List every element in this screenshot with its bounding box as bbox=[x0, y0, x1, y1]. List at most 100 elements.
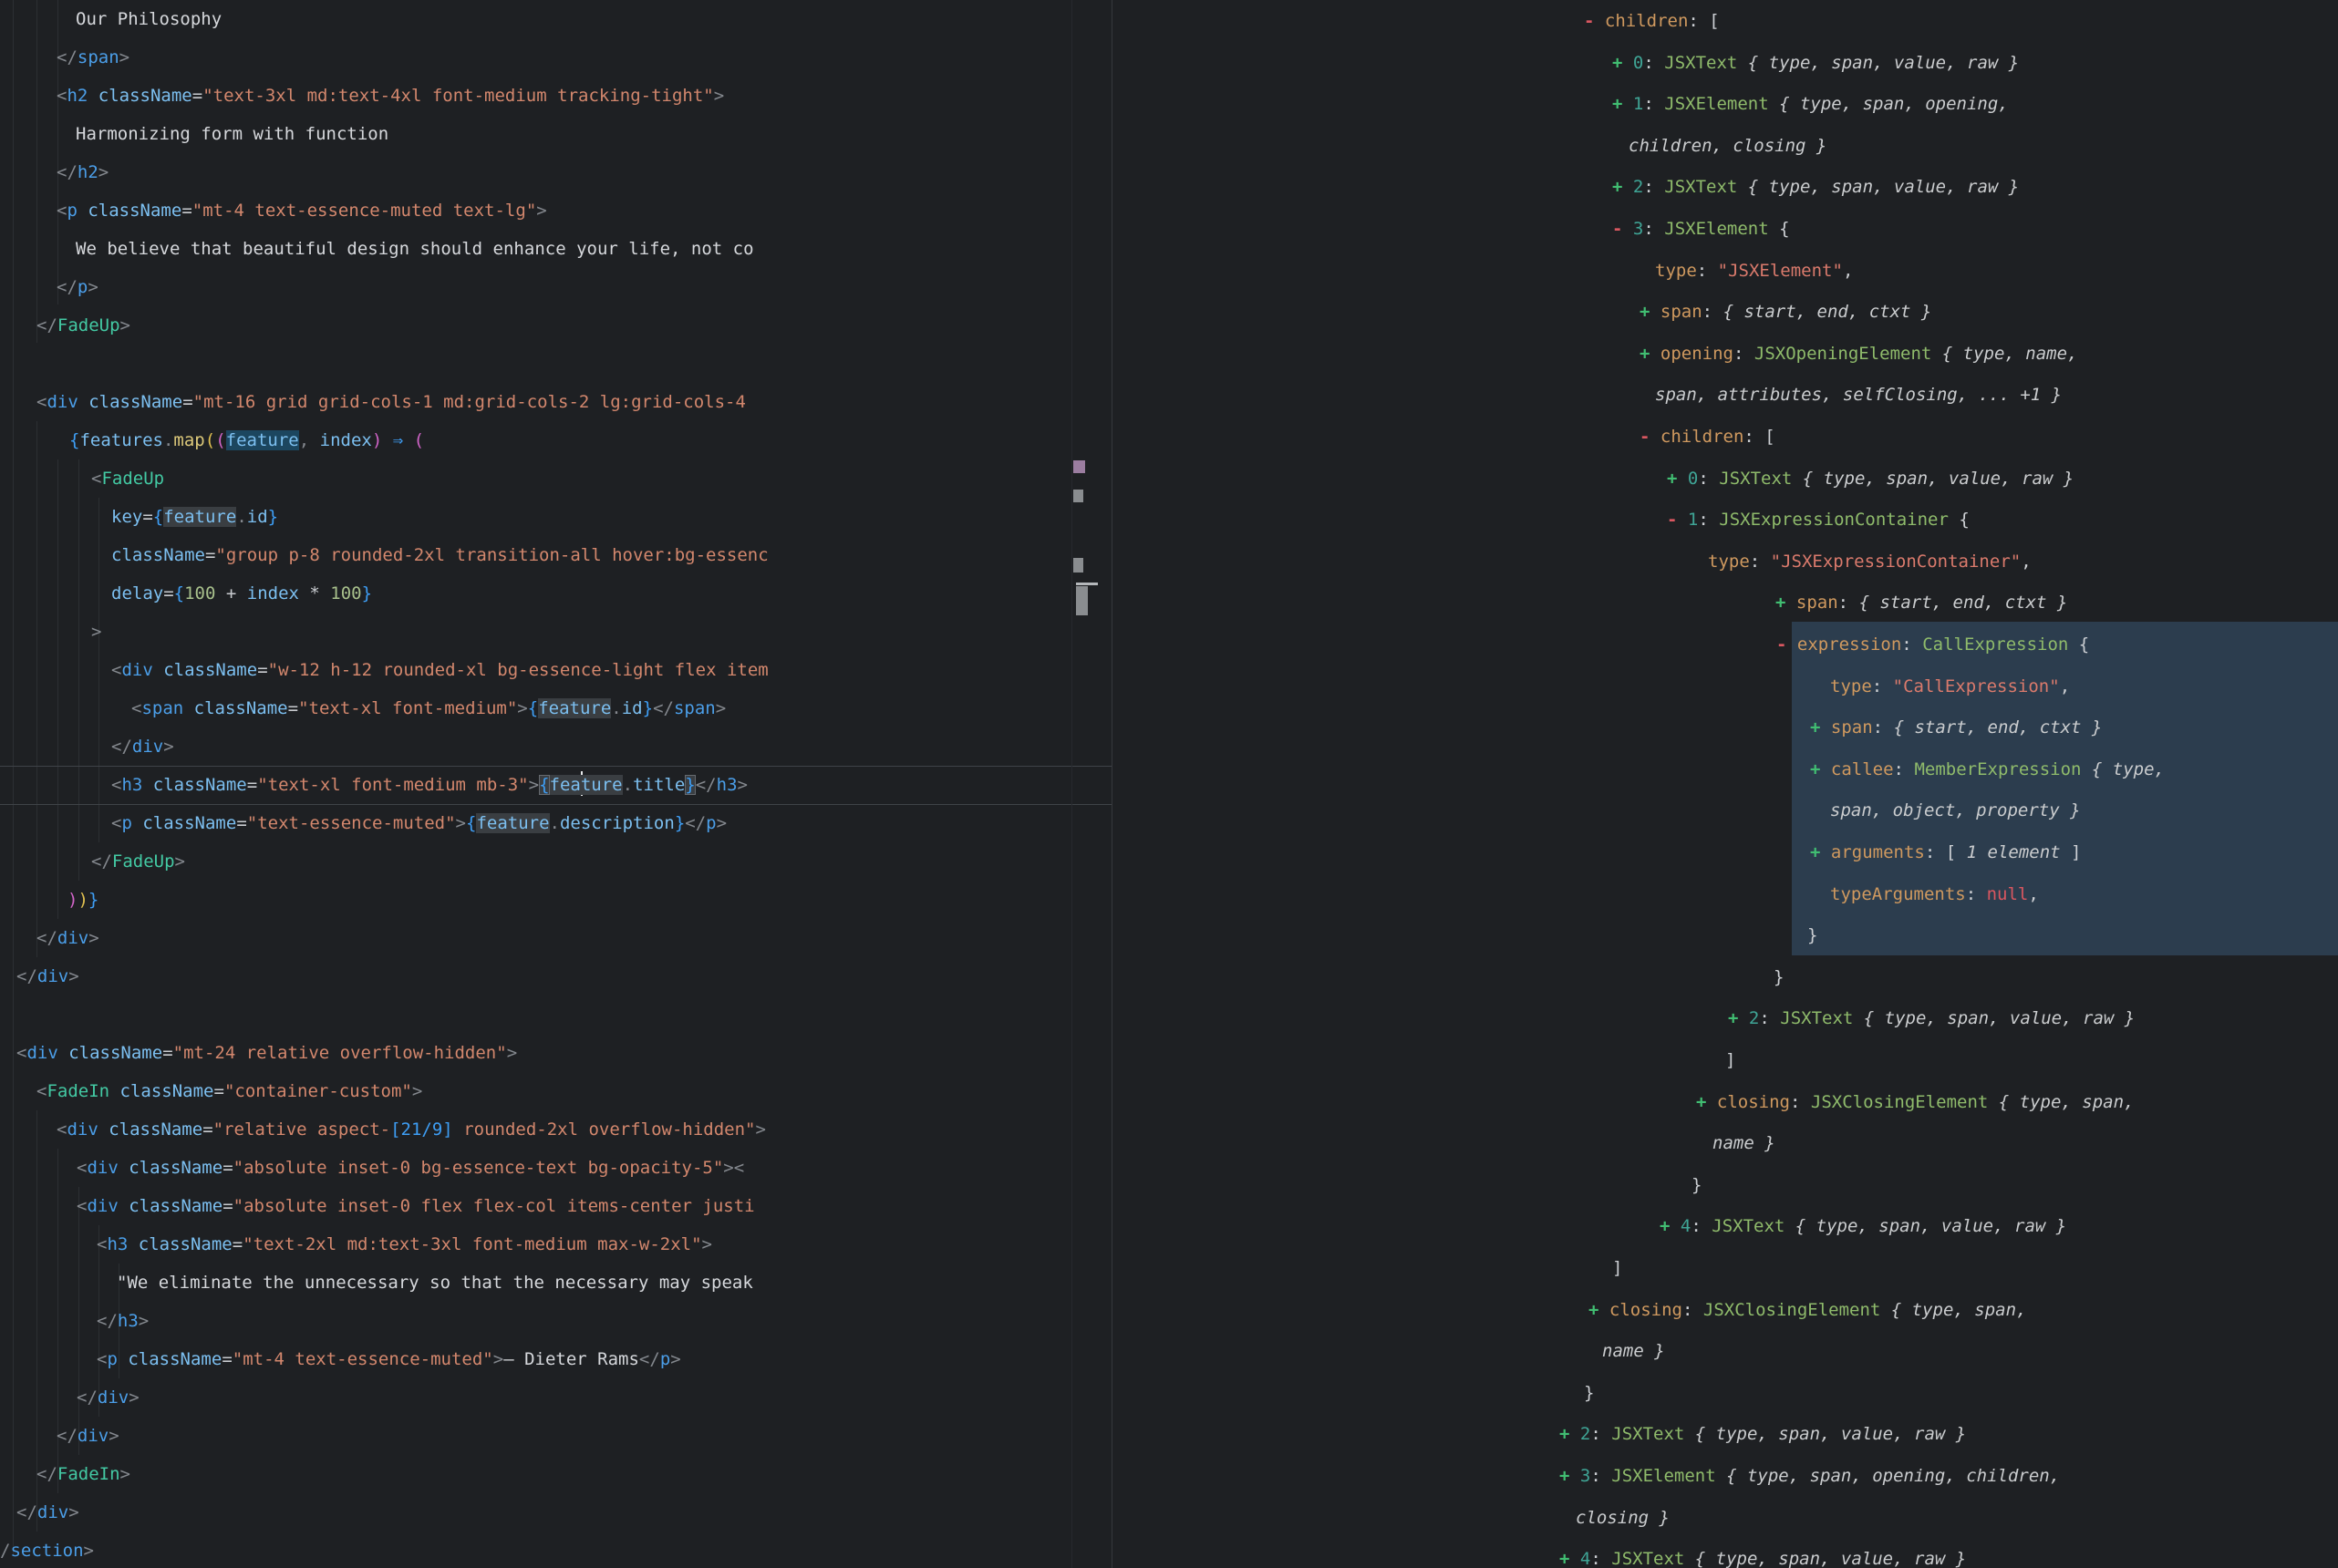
code-line[interactable]: <p className="text-essence-muted">{featu… bbox=[111, 804, 727, 842]
code-line[interactable]: delay={100 + index * 100} bbox=[111, 574, 372, 613]
code-token bbox=[1650, 302, 1660, 322]
code-token: className bbox=[129, 1196, 222, 1216]
ast-line[interactable]: + 2: JSXText { type, span, value, raw } bbox=[1728, 997, 2135, 1039]
code-line[interactable]: key={feature.id} bbox=[111, 498, 278, 536]
ast-line[interactable]: + closing: JSXClosingElement { type, spa… bbox=[1696, 1081, 2135, 1123]
scrollbar-thumb[interactable] bbox=[1076, 586, 1088, 615]
code-line[interactable]: </div> bbox=[36, 919, 99, 957]
ast-line[interactable]: type: "JSXElement", bbox=[1655, 250, 1853, 292]
ast-line[interactable]: + span: { start, end, ctxt } bbox=[1810, 707, 2102, 748]
ast-line[interactable]: closing } bbox=[1576, 1497, 1670, 1539]
code-line[interactable]: <FadeUp bbox=[91, 459, 164, 498]
code-content[interactable]: Our Philosophy</span><h2 className="text… bbox=[0, 0, 768, 1568]
code-line[interactable]: <div className="mt-16 grid grid-cols-1 m… bbox=[36, 383, 746, 421]
ast-line[interactable]: - children: [ bbox=[1640, 416, 1775, 458]
code-token: JSXText bbox=[1664, 177, 1737, 197]
code-token: "We eliminate the unnecessary so that th… bbox=[117, 1273, 753, 1293]
ast-line[interactable]: typeArguments: null, bbox=[1830, 873, 2039, 915]
ast-line[interactable]: + 1: JSXElement { type, span, opening, bbox=[1612, 83, 2009, 125]
code-line[interactable]: <div className="relative aspect-[21/9] r… bbox=[57, 1110, 766, 1149]
ast-line[interactable]: } bbox=[1691, 1164, 1702, 1206]
ast-line[interactable]: + callee: MemberExpression { type, bbox=[1810, 748, 2165, 790]
code-line[interactable]: Our Philosophy bbox=[76, 0, 222, 38]
ast-line[interactable]: + span: { start, end, ctxt } bbox=[1640, 291, 1931, 333]
ast-line[interactable]: } bbox=[1584, 1372, 1594, 1414]
code-line[interactable]: <span className="text-xl font-medium">{f… bbox=[131, 689, 726, 727]
ast-line[interactable]: span, object, property } bbox=[1830, 789, 2081, 831]
code-token: 3 bbox=[1633, 219, 1643, 239]
code-line[interactable]: <FadeIn className="container-custom"> bbox=[36, 1072, 422, 1110]
code-line[interactable]: <p className="mt-4 text-essence-muted te… bbox=[57, 191, 547, 230]
code-line[interactable]: </FadeIn> bbox=[36, 1455, 130, 1493]
code-line[interactable]: ))} bbox=[67, 881, 98, 919]
code-line[interactable]: "We eliminate the unnecessary so that th… bbox=[117, 1264, 753, 1302]
code-line[interactable]: </div> bbox=[77, 1378, 140, 1417]
ast-line[interactable]: + opening: JSXOpeningElement { type, nam… bbox=[1640, 333, 2078, 375]
code-line[interactable]: <div className="absolute inset-0 bg-esse… bbox=[77, 1149, 744, 1187]
ast-line[interactable]: + 4: JSXText { type, span, value, raw } bbox=[1660, 1205, 2066, 1247]
code-line[interactable]: </FadeUp> bbox=[91, 842, 185, 881]
code-line[interactable]: We believe that beautiful design should … bbox=[76, 230, 754, 268]
ast-line[interactable]: span, attributes, selfClosing, ... +1 } bbox=[1655, 374, 2062, 416]
ast-line[interactable]: + 0: JSXText { type, span, value, raw } bbox=[1612, 42, 2019, 84]
code-line[interactable]: </h2> bbox=[57, 153, 109, 191]
code-token: < bbox=[57, 201, 67, 221]
ast-line[interactable]: + 3: JSXElement { type, span, opening, c… bbox=[1559, 1455, 2060, 1497]
code-token: { bbox=[174, 583, 184, 603]
code-token: , bbox=[299, 430, 320, 450]
code-line[interactable]: </h3> bbox=[97, 1302, 149, 1340]
ast-line[interactable]: ] bbox=[1725, 1039, 1735, 1081]
scrollbar-selection-mark bbox=[1073, 460, 1085, 473]
code-line[interactable]: <div className="absolute inset-0 flex fl… bbox=[77, 1187, 755, 1225]
ast-line[interactable]: + closing: JSXClosingElement { type, spa… bbox=[1588, 1289, 2027, 1331]
code-line[interactable]: </div> bbox=[57, 1417, 119, 1455]
code-line[interactable]: <div className="w-12 h-12 rounded-xl bg-… bbox=[111, 651, 768, 689]
code-editor-pane[interactable]: Our Philosophy</span><h2 className="text… bbox=[0, 0, 1112, 1568]
ast-line[interactable]: - 1: JSXExpressionContainer { bbox=[1667, 499, 1970, 541]
code-token: div bbox=[67, 1119, 98, 1140]
code-token: = bbox=[205, 545, 215, 565]
ast-line[interactable]: ] bbox=[1612, 1247, 1622, 1289]
code-line[interactable]: <h3 className="text-2xl md:text-3xl font… bbox=[97, 1225, 712, 1264]
code-line[interactable]: </FadeUp> bbox=[36, 306, 130, 345]
code-line[interactable]: className="group p-8 rounded-2xl transit… bbox=[111, 536, 768, 574]
ast-line[interactable]: + span: { start, end, ctxt } bbox=[1775, 582, 2067, 624]
code-line[interactable]: </div> bbox=[111, 727, 174, 766]
ast-line[interactable]: + 0: JSXText { type, span, value, raw } bbox=[1667, 458, 2074, 500]
ast-line[interactable]: type: "JSXExpressionContainer", bbox=[1708, 541, 2032, 583]
code-line[interactable]: </span> bbox=[57, 38, 129, 77]
code-token bbox=[1820, 759, 1830, 779]
ast-line[interactable]: - children: [ bbox=[1584, 0, 1720, 42]
code-token bbox=[118, 1349, 128, 1369]
code-line[interactable]: </div> bbox=[16, 1493, 79, 1532]
ast-line[interactable]: - 3: JSXElement { bbox=[1612, 208, 1790, 250]
code-line[interactable]: /section> bbox=[0, 1532, 94, 1568]
code-line[interactable]: <p className="mt-4 text-essence-muted">—… bbox=[97, 1340, 681, 1378]
ast-line[interactable]: + 2: JSXText { type, span, value, raw } bbox=[1612, 166, 2019, 208]
code-line[interactable]: > bbox=[91, 613, 101, 651]
code-line[interactable]: {features.map((feature, index) ⇒ ( bbox=[69, 421, 424, 459]
ast-line[interactable]: name } bbox=[1602, 1330, 1665, 1372]
code-token: + bbox=[1640, 302, 1650, 322]
code-line[interactable]: Harmonizing form with function bbox=[76, 115, 388, 153]
ast-line[interactable]: } bbox=[1807, 914, 1817, 956]
code-token: FadeUp bbox=[101, 469, 164, 489]
ast-line[interactable]: + 4: JSXText { type, span, value, raw } bbox=[1559, 1538, 1966, 1568]
code-token: = bbox=[222, 1196, 233, 1216]
ast-line[interactable]: } bbox=[1774, 956, 1784, 998]
ast-line[interactable]: type: "CallExpression", bbox=[1830, 665, 2070, 707]
ast-line[interactable]: children, closing } bbox=[1629, 125, 1826, 167]
code-token: closing bbox=[1717, 1092, 1790, 1112]
code-line[interactable]: <h2 className="text-3xl md:text-4xl font… bbox=[57, 77, 724, 115]
code-line[interactable]: </p> bbox=[57, 268, 98, 306]
ast-line[interactable]: + arguments: [ 1 element ] bbox=[1810, 831, 2081, 873]
ast-line[interactable]: - expression: CallExpression { bbox=[1776, 624, 2089, 665]
ast-tree-pane[interactable]: - children: [+ 0: JSXText { type, span, … bbox=[1112, 0, 2338, 1568]
code-line[interactable]: </div> bbox=[16, 957, 79, 995]
ast-line[interactable]: name } bbox=[1712, 1122, 1775, 1164]
ast-line[interactable]: + 2: JSXText { type, span, value, raw } bbox=[1559, 1413, 1966, 1455]
code-line[interactable]: <h3 className="text-xl font-medium mb-3"… bbox=[111, 766, 748, 804]
code-token: ) bbox=[67, 890, 78, 910]
code-line[interactable]: <div className="mt-24 relative overflow-… bbox=[16, 1034, 517, 1072]
code-token: span, object, property } bbox=[1830, 800, 2081, 820]
